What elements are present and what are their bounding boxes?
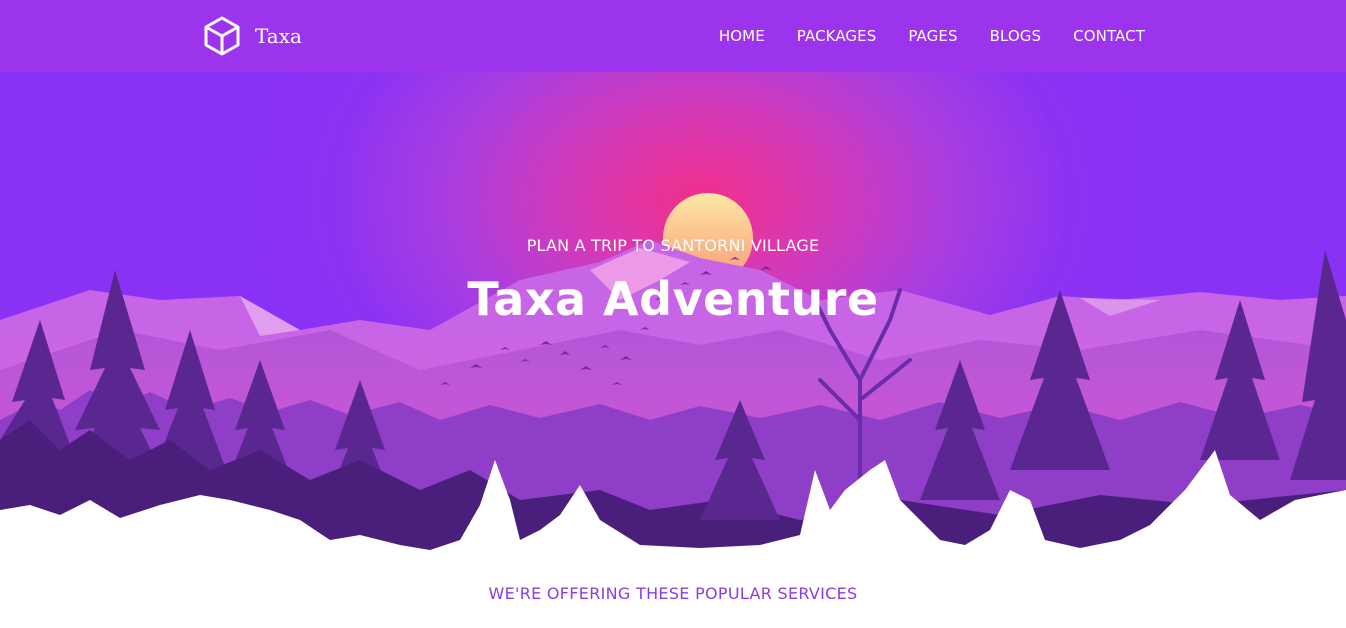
brand-logo[interactable]: Taxa <box>203 15 302 57</box>
nav-item-blogs[interactable]: BLOGS <box>990 27 1042 45</box>
top-navbar: Taxa HOME PACKAGES PAGES BLOGS CONTACT <box>0 0 1346 72</box>
nav-item-contact[interactable]: CONTACT <box>1073 27 1145 45</box>
hero-banner: PLAN A TRIP TO SANTORNI VILLAGE Taxa Adv… <box>0 0 1346 553</box>
nav-item-packages[interactable]: PACKAGES <box>797 27 877 45</box>
nav-item-home[interactable]: HOME <box>719 27 765 45</box>
brand-name: Taxa <box>255 24 302 48</box>
nav-item-pages[interactable]: PAGES <box>908 27 957 45</box>
main-nav: HOME PACKAGES PAGES BLOGS CONTACT <box>719 0 1145 72</box>
cube-icon <box>204 16 240 56</box>
hero-subtitle: PLAN A TRIP TO SANTORNI VILLAGE <box>526 236 820 255</box>
services-subtitle: WE'RE OFFERING THESE POPULAR SERVICES <box>488 584 858 603</box>
hero-title: Taxa Adventure <box>467 272 879 326</box>
